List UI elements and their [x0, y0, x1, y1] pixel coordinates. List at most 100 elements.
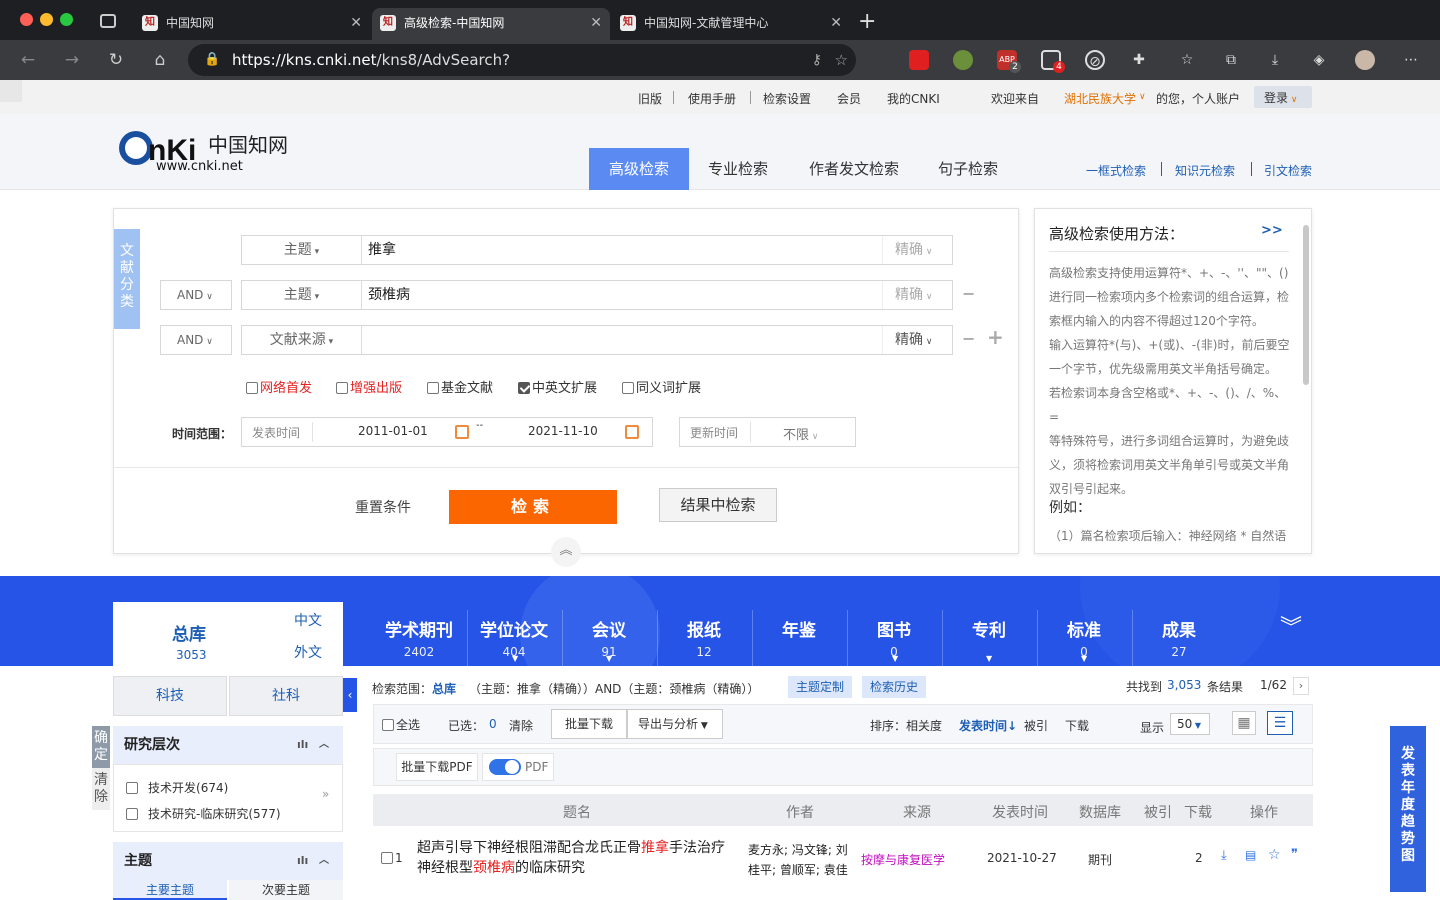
category-toggle[interactable]: 文献分类 [114, 229, 140, 329]
db-tab-patent[interactable]: 专利 [942, 616, 1036, 645]
calendar-icon[interactable] [455, 425, 469, 439]
list-view-icon[interactable]: ☰ [1267, 711, 1293, 735]
option-cn-en-expand[interactable]: 中英文扩展 [518, 381, 597, 397]
keyword-input[interactable]: 推拿 [368, 236, 396, 264]
checkbox[interactable] [382, 719, 394, 731]
row-authors[interactable]: 麦方永; 冯文锋; 刘 桂平; 曾顺军; 袁佳 [748, 840, 858, 880]
search-button[interactable]: 检索 [449, 490, 617, 524]
browser-tab-2[interactable]: 知 高级检索-中国知网 ✕ [372, 8, 610, 44]
org-link[interactable]: 湖北民族大学 [1064, 90, 1136, 107]
tab-social[interactable]: 社科 [229, 676, 343, 716]
tab-primary-topic[interactable]: 主要主题 [113, 880, 227, 900]
clear-facet-button[interactable]: 清除 [92, 768, 110, 810]
new-tab-icon[interactable]: + [858, 10, 876, 34]
tab-advanced-search[interactable]: 高级检索 [589, 148, 689, 190]
checkbox[interactable] [381, 852, 393, 864]
date-to-input[interactable]: 2021-11-10 [528, 424, 598, 438]
checkbox[interactable] [427, 382, 439, 394]
facet-item[interactable]: 技术研究-临床研究(577) [126, 805, 281, 822]
confirm-button[interactable]: 确定 [92, 726, 110, 768]
favorite-star-icon[interactable]: ☆ [1268, 847, 1281, 863]
expand-chevron-down-icon[interactable]: ︾ [1280, 610, 1302, 642]
address-bar[interactable]: 🔒 https://kns.cnki.net/kns8/AdvSearch?db… [188, 44, 856, 101]
forward-arrow-icon[interactable]: → [60, 48, 84, 72]
db-tab-thesis[interactable]: 学位论文 404 [467, 616, 561, 659]
db-tab-achievement[interactable]: 成果 27 [1132, 616, 1226, 659]
match-select[interactable]: 精确 ∨ [882, 236, 952, 264]
tab-actions-icon[interactable] [100, 14, 116, 28]
reset-button[interactable]: 重置条件 [355, 497, 411, 517]
search-history-button[interactable]: 检索历史 [862, 676, 927, 698]
settings-link[interactable]: 检索设置 [763, 90, 811, 107]
close-tab-icon[interactable]: ✕ [590, 8, 602, 38]
more-menu-icon[interactable]: ⋯ [1401, 50, 1421, 70]
extensions-puzzle-icon[interactable]: ✚ [1129, 50, 1149, 70]
remove-row-icon[interactable]: − [962, 329, 975, 348]
update-time-select[interactable]: 不限 ∨ [783, 424, 818, 443]
option-enhanced[interactable]: 增强出版 [336, 381, 402, 397]
extension-owl-icon[interactable] [953, 50, 973, 70]
facet-topic-header[interactable]: 主题 ılı ︿ [113, 842, 343, 880]
calendar-icon[interactable] [625, 425, 639, 439]
checkbox[interactable] [246, 382, 258, 394]
quote-icon[interactable]: ❞ [1291, 847, 1298, 862]
facet-item[interactable]: 技术开发(674) [126, 779, 228, 796]
tab-sci[interactable]: 科技 [113, 676, 227, 716]
logic-select[interactable]: AND ∨ [160, 280, 232, 310]
key-icon[interactable]: ⚷ [812, 44, 822, 76]
sort-relevance[interactable]: 相关度 [906, 717, 942, 734]
topic-custom-button[interactable]: 主题定制 [788, 676, 853, 698]
help-more-link[interactable]: >> [1261, 223, 1283, 238]
add-row-icon[interactable]: + [987, 325, 1004, 349]
row-title-link[interactable]: 超声引导下神经根阻滞配合龙氏正骨推拿手法治疗 神经根型颈椎病的临床研究 [417, 838, 747, 878]
help-scrollbar[interactable] [1303, 225, 1309, 385]
row-select[interactable]: 1 [381, 850, 403, 866]
sort-cited[interactable]: 被引 [1024, 717, 1048, 734]
maximize-window-button[interactable] [60, 13, 73, 26]
collapse-sidebar-chevron-icon[interactable]: ‹ [343, 678, 357, 712]
clear-selection-link[interactable]: 清除 [509, 717, 533, 734]
db-tab-standard[interactable]: 标准 0 [1037, 616, 1131, 659]
mycnki-link[interactable]: 我的CNKI [887, 90, 940, 107]
checkbox-checked[interactable] [518, 382, 530, 394]
tab-author-search[interactable]: 作者发文检索 [797, 148, 911, 190]
sort-date[interactable]: 发表时间↓ [959, 717, 1017, 734]
cnki-logo[interactable]: nKi 中国知网 www.cnki.net [116, 128, 306, 176]
db-tab-newspaper[interactable]: 报纸 12 [657, 616, 751, 659]
export-analysis-button[interactable]: 导出与分析 ▼ [627, 709, 723, 739]
facet-level-header[interactable]: 研究层次 ılı ︿ [113, 726, 343, 764]
bar-chart-icon[interactable]: ılı [297, 842, 308, 880]
table-row[interactable]: 1 超声引导下神经根阻滞配合龙氏正骨推拿手法治疗 神经根型颈椎病的临床研究 麦方… [373, 828, 1313, 888]
collapse-chevron-up-icon[interactable]: ︽ [551, 537, 581, 567]
db-tab-conference[interactable]: 会议 91 [562, 616, 656, 659]
option-fund[interactable]: 基金文献 [427, 381, 493, 397]
batch-pdf-button[interactable]: 批量下载PDF [396, 753, 478, 781]
browser-tab-1[interactable]: 知 中国知网 ✕ [134, 8, 370, 44]
downloads-icon[interactable]: ⤓ [1265, 50, 1285, 70]
member-link[interactable]: 会员 [837, 90, 861, 107]
grid-view-icon[interactable]: ▦ [1232, 711, 1256, 735]
db-tab-book[interactable]: 图书 0 [847, 616, 941, 659]
favorites-icon[interactable]: ☆ [1177, 50, 1197, 70]
tab-professional-search[interactable]: 专业检索 [695, 148, 781, 190]
chevron-up-icon[interactable]: ︿ [319, 842, 329, 880]
back-arrow-icon[interactable]: ← [16, 48, 40, 72]
remove-row-icon[interactable]: − [962, 284, 975, 303]
tab-sentence-search[interactable]: 句子检索 [928, 148, 1008, 190]
collections-icon[interactable]: ⧉ [1221, 50, 1241, 70]
compass-icon[interactable]: ⊘ [1085, 50, 1105, 70]
batch-download-button[interactable]: 批量下载 [551, 709, 627, 739]
publish-trend-button[interactable]: 发表年度趋势图 [1390, 726, 1426, 892]
tab-secondary-topic[interactable]: 次要主题 [229, 880, 343, 900]
lang-chinese-link[interactable]: 中文 [294, 610, 322, 630]
keyword-input[interactable]: 颈椎病 [368, 281, 410, 309]
search-in-results-button[interactable]: 结果中检索 [659, 488, 777, 522]
lang-foreign-link[interactable]: 外文 [294, 642, 322, 662]
bar-chart-icon[interactable]: ılı [297, 726, 308, 764]
extension-red-icon[interactable] [909, 50, 929, 70]
chevron-up-icon[interactable]: ︿ [319, 726, 329, 764]
close-tab-icon[interactable]: ✕ [830, 8, 842, 38]
favorite-star-icon[interactable]: ☆ [835, 44, 848, 76]
checkbox[interactable] [126, 808, 138, 820]
download-icon[interactable]: ⤓ [1221, 848, 1227, 863]
